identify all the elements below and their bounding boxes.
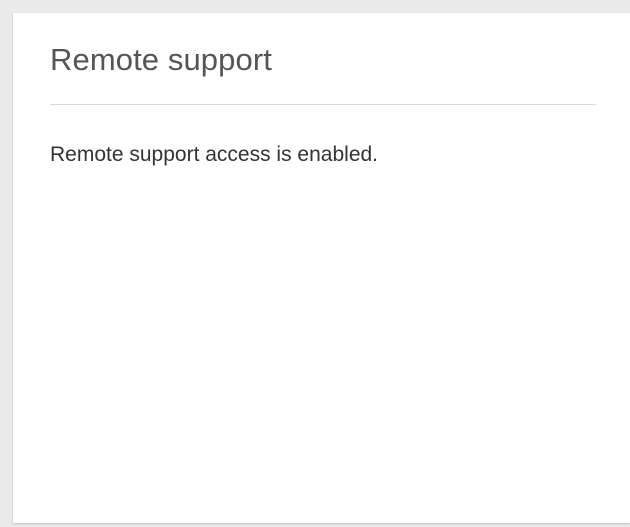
- panel-title: Remote support: [50, 42, 272, 77]
- title-divider: [50, 104, 596, 105]
- remote-support-panel: Remote support Remote support access is …: [13, 13, 630, 523]
- remote-support-status-text: Remote support access is enabled.: [50, 143, 379, 166]
